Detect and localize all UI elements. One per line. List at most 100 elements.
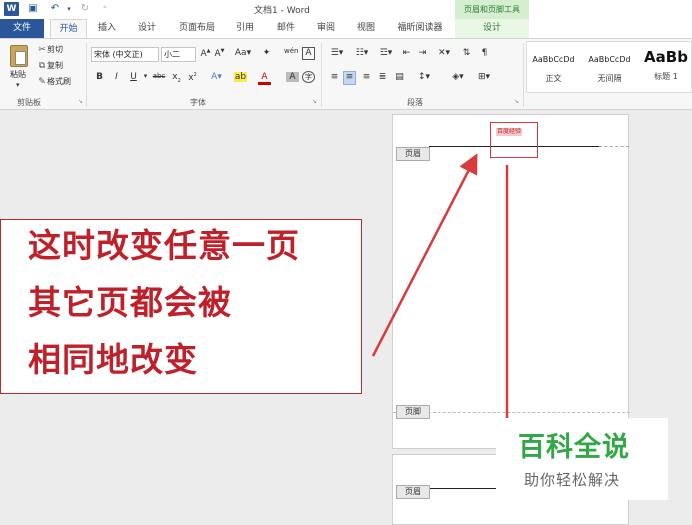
font-size-combo[interactable]: 小二 (161, 47, 196, 62)
bullets-icon[interactable]: ☰▾ (327, 48, 347, 58)
undo-dropdown-icon[interactable]: ▾ (62, 2, 76, 16)
phonetic-guide-icon[interactable]: wén (284, 47, 298, 55)
tab-mailings[interactable]: 邮件 (271, 19, 301, 38)
enclose-char-icon[interactable]: 字 (302, 71, 315, 83)
annotation-callout: 这时改变任意一页 其它页都会被 相同地改变 (0, 219, 362, 394)
strikethrough-icon[interactable]: abc (151, 72, 167, 80)
paste-dropdown-icon[interactable]: ▾ (16, 81, 20, 89)
char-shading-icon[interactable]: A (286, 72, 299, 82)
decrease-indent-icon[interactable]: ⇤ (400, 48, 413, 58)
header-text[interactable]: 百度经验 (496, 128, 523, 136)
align-right-icon[interactable]: ≡ (360, 72, 373, 82)
line-spacing-icon[interactable]: ↕▾ (414, 72, 434, 82)
brand-slogan: 助你轻松解决 (524, 471, 621, 489)
callout-line: 其它页都会被 (28, 283, 232, 322)
paragraph-group-label: 段落 (407, 98, 423, 107)
tab-header-footer-design[interactable]: 设计 (455, 19, 529, 38)
multilevel-list-icon[interactable]: ☲▾ (376, 48, 396, 58)
undo-icon[interactable]: ↶ (48, 2, 62, 16)
brand-name: 百科全说 (518, 432, 630, 463)
title-bar: W ▣ ↶ ▾ ↻ ⁼ 文档1 - Word 页眉和页脚工具 (0, 0, 692, 19)
paste-button[interactable]: 粘贴 (10, 69, 26, 80)
style-name: 正文 (545, 74, 562, 83)
scissors-icon: ✂ (38, 45, 46, 55)
format-painter-button[interactable]: ✎格式刷 (37, 76, 71, 87)
ribbon-home: 粘贴 ▾ ✂剪切 ⧉ 复制 ✎格式刷 剪贴板 ↘ 宋体 (中文正) 小二 A▲ A… (0, 38, 692, 110)
callout-line: 这时改变任意一页 (28, 226, 300, 265)
format-painter-label: 格式刷 (47, 77, 71, 86)
ribbon-tab-bar: 文件 开始 插入 设计 页面布局 引用 邮件 审阅 视图 福昕阅读器 设计 (0, 19, 692, 38)
tab-page-layout[interactable]: 页面布局 (172, 19, 222, 38)
chinese-layout-icon[interactable]: ✕▾ (436, 48, 452, 58)
copy-button[interactable]: ⧉ 复制 (37, 60, 63, 71)
callout-line: 相同地改变 (28, 340, 198, 379)
clipboard-group-label: 剪贴板 (17, 98, 41, 107)
tab-review[interactable]: 审阅 (311, 19, 341, 38)
copy-label: 复制 (47, 61, 63, 70)
paintbrush-icon: ✎ (38, 77, 46, 87)
justify-icon[interactable]: ≣ (376, 72, 389, 82)
shrink-font-icon[interactable]: A▼ (213, 48, 226, 59)
tab-insert[interactable]: 插入 (92, 19, 122, 38)
char-border-icon[interactable]: A (302, 47, 315, 60)
style-heading-1[interactable]: AaBb 标题 1 (639, 42, 692, 92)
paste-icon[interactable] (10, 45, 28, 67)
style-sample: AaBbCcDd (532, 55, 575, 64)
redo-icon[interactable]: ↻ (78, 2, 92, 16)
font-launcher-icon[interactable]: ↘ (312, 98, 317, 105)
increase-indent-icon[interactable]: ⇥ (416, 48, 429, 58)
footer-tag: 页脚 (396, 405, 430, 419)
show-marks-icon[interactable]: ¶ (478, 48, 491, 58)
bold-icon[interactable]: B (93, 72, 106, 82)
header-boundary (599, 146, 629, 147)
shading-icon[interactable]: ◈▾ (448, 72, 468, 82)
grow-font-icon[interactable]: A▲ (199, 48, 212, 59)
text-effects-icon[interactable]: A▾ (210, 72, 223, 82)
highlight-icon[interactable]: ab (234, 72, 247, 82)
borders-icon[interactable]: ⊞▾ (474, 72, 494, 82)
contextual-tab-group-label: 页眉和页脚工具 (455, 0, 529, 19)
font-color-icon[interactable]: A (258, 72, 271, 85)
tab-view[interactable]: 视图 (351, 19, 381, 38)
header-tag: 页眉 (396, 485, 430, 499)
tab-file[interactable]: 文件 (0, 19, 44, 38)
font-name-value: 宋体 (中文正) (94, 50, 143, 59)
superscript-icon[interactable]: x2 (186, 72, 199, 83)
group-divider (321, 43, 322, 107)
style-name: 标题 1 (654, 72, 678, 81)
group-divider (86, 43, 87, 107)
style-normal[interactable]: AaBbCcDd 正文 (527, 42, 580, 92)
tab-design[interactable]: 设计 (132, 19, 162, 38)
italic-icon[interactable]: I (110, 72, 123, 82)
align-center-icon[interactable]: ≡ (343, 71, 356, 85)
font-group-label: 字体 (190, 98, 206, 107)
font-name-combo[interactable]: 宋体 (中文正) (91, 47, 159, 62)
clipboard-launcher-icon[interactable]: ↘ (78, 98, 83, 105)
document-page[interactable]: 页眉 页脚 (392, 114, 630, 449)
align-left-icon[interactable]: ≡ (328, 72, 341, 82)
change-case-icon[interactable]: Aa▾ (233, 48, 253, 58)
cut-label: 剪切 (47, 45, 63, 54)
style-name: 无间隔 (597, 74, 622, 83)
subscript-icon[interactable]: x2 (170, 72, 183, 84)
save-icon[interactable]: ▣ (26, 2, 40, 16)
paragraph-launcher-icon[interactable]: ↘ (514, 98, 519, 105)
window-title: 文档1 - Word (254, 6, 310, 16)
numbering-icon[interactable]: ☷▾ (352, 48, 372, 58)
clear-format-icon[interactable]: ✦ (260, 48, 273, 58)
font-size-value: 小二 (164, 50, 180, 59)
tab-home[interactable]: 开始 (50, 19, 87, 38)
tab-foxit-reader[interactable]: 福昕阅读器 (391, 19, 449, 38)
header-tag: 页眉 (396, 147, 430, 161)
cut-button[interactable]: ✂剪切 (37, 44, 63, 55)
style-sample: AaBbCcDd (588, 55, 631, 64)
distributed-icon[interactable]: ▤ (393, 72, 406, 82)
tab-references[interactable]: 引用 (230, 19, 260, 38)
word-app-icon[interactable]: W (4, 2, 19, 16)
style-no-spacing[interactable]: AaBbCcDd 无间隔 (583, 42, 636, 92)
customize-toolbar-icon[interactable]: ⁼ (98, 2, 112, 16)
styles-gallery: AaBbCcDd 正文 AaBbCcDd 无间隔 AaBb 标题 1 (526, 41, 692, 93)
style-sample: AaBb (644, 48, 688, 66)
copy-icon: ⧉ (38, 61, 46, 71)
sort-icon[interactable]: ⇅ (460, 48, 473, 58)
